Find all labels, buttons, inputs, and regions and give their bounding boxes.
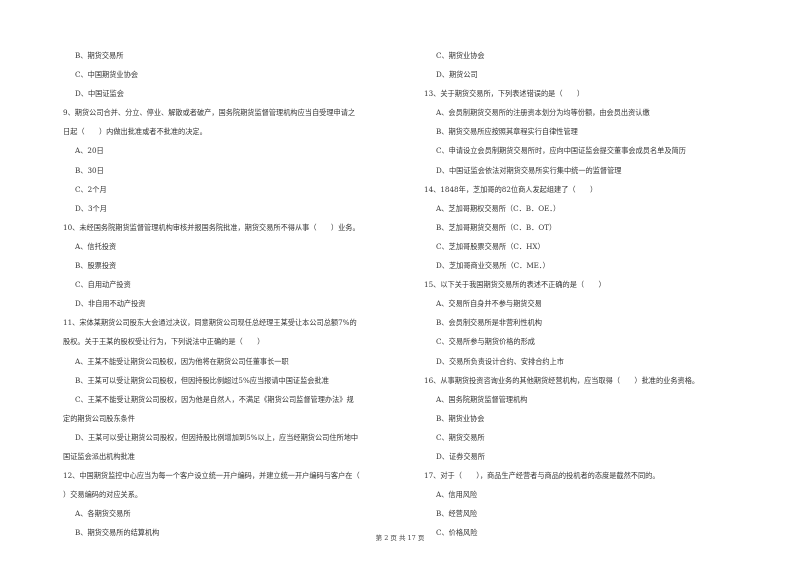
question-text: 10、未经国务院期货监督管理机构审核并报国务院批准，期货交易所不得从事（ ）业务… [63,222,360,232]
question-text: 16、从事期货投资咨询业务的其他期货经营机构，应当取得（ ）批准的业务资格。 [424,375,700,385]
answer-option: D、期货公司 [436,70,478,80]
question-text: 15、以下关于我国期货交易所的表述不正确的是（ ） [424,280,606,290]
answer-option: C、芝加哥股票交易所（C．HX） [436,241,545,251]
answer-option: B、会员制交易所是非营利性机构 [436,318,542,328]
answer-option: D、中国证监会 [75,89,124,99]
answer-option: D、证券交易所 [436,451,485,461]
answer-option: B、期货交易所应按照其章程实行自律性管理 [436,127,578,137]
answer-option: B、期货交易所 [75,51,124,60]
answer-option: D、3个月 [75,203,107,213]
answer-option: C、自用动产投资 [75,280,131,290]
answer-option: A、交易所自身并不参与期货交易 [436,299,542,309]
answer-option: C、2个月 [75,184,107,194]
answer-option: C、期货交易所 [436,432,485,442]
left-column: B、期货交易所 C、中国期货业协会 D、中国证监会 9、期货公司合并、分立、停业、解散… [63,46,408,542]
question-text: 12、中国期货监控中心应当为每一个客户设立统一开户编码，并建立统一开户编码与客户… [63,471,360,481]
answer-option: B、王某可以受让期货公司股权，但因持股比例超过5%应当报请中国证监会批准 [75,375,329,385]
question-text: ）交易编码的对应关系。 [63,490,143,500]
answer-option: A、芝加哥期权交易所（C．B．OE．） [436,203,561,213]
answer-option: A、国务院期货监督管理机构 [436,394,528,404]
answer-option: B、股票投资 [75,261,117,271]
answer-option: A、信托投资 [75,241,117,251]
question-text: 14、1848年，芝加哥的82位商人发起组建了（ ） [424,184,598,194]
answer-option: B、芝加哥期货交易所（C．B．OT） [436,222,557,232]
answer-option: A、会员制期货交易所的注册资本划分为均等份额，由会员出资认缴 [436,108,650,118]
answer-option: B、期货业协会 [436,413,485,423]
question-text: 13、关于期货交易所，下列表述错误的是（ ） [424,89,585,99]
answer-option: A、各期货交易所 [75,509,131,519]
answer-option: B、经营风险 [436,509,478,519]
answer-option: D、中国证监会依法对期货交易所实行集中统一的监督管理 [436,165,622,175]
answer-option: D、非自用不动产投资 [75,299,146,309]
answer-option: B、30日 [75,165,104,175]
question-text: 国证监会派出机构批准 [63,451,135,461]
answer-option: D、交易所负责设计合约、安排合约上市 [436,356,564,366]
question-text: 股权。关于王某的股权受让行为，下列说法中正确的是（ ） [63,337,265,347]
question-text: 日起（ ）内做出批准或者不批准的决定。 [63,127,207,137]
question-text: 11、宋体某期货公司股东大会通过决议，同意期货公司现任总经理王某受让本公司总额7… [63,318,357,328]
page-footer: 第 2 页 共 17 页 [375,534,425,542]
question-text: 17、对于（ ），商品生产经营者与商品的投机者的态度是截然不同的。 [424,471,660,481]
answer-option: A、20日 [75,146,104,156]
question-text: 9、期货公司合并、分立、停业、解散或者破产，国务院期货监督管理机构应当自受理申请… [63,108,356,118]
answer-option: C、交易所参与期货价格的形成 [436,337,535,347]
answer-option: C、期货业协会 [436,51,485,60]
answer-option: A、王某不能受让期货公司股权，因为他将在期货公司任董事长一职 [75,356,289,366]
answer-option: D、芝加哥商业交易所（C．ME．） [436,261,550,271]
answer-option: C、王某不能受让期货公司股权，因为他是自然人，不满足《期货公司监督管理办法》规 [75,394,354,404]
answer-option: C、申请设立会员制期货交易所时，应向中国证监会提交董事会成员名单及简历 [436,146,686,156]
question-text: 定的期货公司股东条件 [63,413,135,423]
answer-option: A、信用风险 [436,490,478,500]
answer-option: C、中国期货业协会 [75,70,139,80]
answer-option: D、王某可以受让期货公司股权，但因持股比例增加到5%以上，应当经期货公司住所地中 [75,432,359,442]
right-column: C、期货业协会 D、期货公司 13、关于期货交易所，下列表述错误的是（ ） A、会员制… [424,46,769,542]
